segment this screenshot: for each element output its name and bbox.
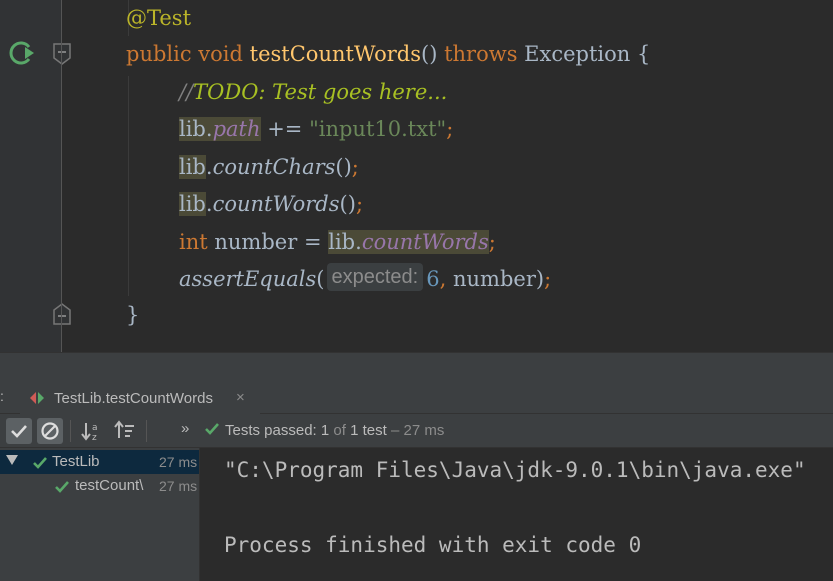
tab-label: TestLib.testCountWords xyxy=(54,390,213,407)
code-line-number-assign: int number = lib.countWords; xyxy=(179,230,496,254)
toolbar-separator xyxy=(146,420,147,442)
tree-item-label: TestLib xyxy=(52,453,100,470)
code-line-assert: assertEquals(expected: 6, number); xyxy=(179,261,551,297)
test-toolbar: a z » Tests passed: 1 of 1 test – 27 ms xyxy=(0,414,833,448)
show-ignored-button[interactable] xyxy=(37,418,63,444)
code-line-annotation: @Test xyxy=(126,6,192,30)
test-status: Tests passed: 1 of 1 test – 27 ms xyxy=(204,422,444,439)
panel-divider[interactable] xyxy=(0,352,833,382)
tree-item-duration: 27 ms xyxy=(159,478,198,494)
tree-item-testcountwords[interactable]: testCount\ 27 ms xyxy=(0,474,199,498)
tree-item-label: testCount\ xyxy=(75,477,144,494)
console-line: "C:\Program Files\Java\jdk-9.0.1\bin\jav… xyxy=(224,458,806,482)
run-test-icon[interactable] xyxy=(7,38,37,68)
show-passed-button[interactable] xyxy=(6,418,32,444)
sort-alphabetically-button[interactable]: a z xyxy=(79,418,105,444)
check-icon xyxy=(33,457,47,469)
close-icon[interactable]: × xyxy=(236,389,245,406)
code-editor[interactable]: @Test public void testCountWords() throw… xyxy=(0,0,833,352)
sort-alpha-icon: a z xyxy=(81,423,98,443)
sort-duration-icon xyxy=(114,420,134,438)
editor-gutter xyxy=(0,0,71,352)
gutter-separator xyxy=(61,0,62,352)
fold-marker-icon[interactable] xyxy=(52,302,72,326)
code-line-closing-brace: } xyxy=(126,303,140,327)
svg-text:z: z xyxy=(92,433,97,443)
code-line-path-assign: lib.path += "input10.txt"; xyxy=(179,117,454,141)
tree-item-duration: 27 ms xyxy=(159,454,198,470)
parameter-hint: expected: xyxy=(326,263,424,291)
indent-guide xyxy=(128,76,129,296)
check-icon xyxy=(205,423,219,435)
tab-testlib-testcountwords[interactable]: TestLib.testCountWords × xyxy=(20,382,260,414)
toggle-ignored-icon xyxy=(41,422,59,440)
tree-item-testlib[interactable]: TestLib 27 ms xyxy=(0,450,199,474)
test-class-icon xyxy=(30,392,44,404)
test-results-tree: TestLib 27 ms testCount\ 27 ms xyxy=(0,448,200,581)
svg-text:a: a xyxy=(92,423,98,433)
fold-marker-icon[interactable] xyxy=(52,42,72,66)
run-tab-bar: : TestLib.testCountWords × xyxy=(0,382,833,414)
sort-by-duration-button[interactable] xyxy=(112,418,138,444)
expand-arrow-icon[interactable] xyxy=(6,455,18,465)
toggle-passed-icon xyxy=(11,425,27,438)
console-line: Process finished with exit code 0 xyxy=(224,533,642,557)
code-line-method-signature: public void testCountWords() throws Exce… xyxy=(126,42,651,66)
check-icon xyxy=(55,481,69,493)
tab-bar-label: : xyxy=(0,388,4,404)
code-line-todo-comment: //TODO: Test goes here... xyxy=(179,80,448,104)
toolbar-separator xyxy=(70,420,71,442)
more-actions-button[interactable]: » xyxy=(181,420,189,437)
code-line-count-chars: lib.countChars(); xyxy=(179,155,359,179)
code-line-count-words: lib.countWords(); xyxy=(179,192,364,216)
console-output[interactable]: "C:\Program Files\Java\jdk-9.0.1\bin\jav… xyxy=(200,448,833,581)
